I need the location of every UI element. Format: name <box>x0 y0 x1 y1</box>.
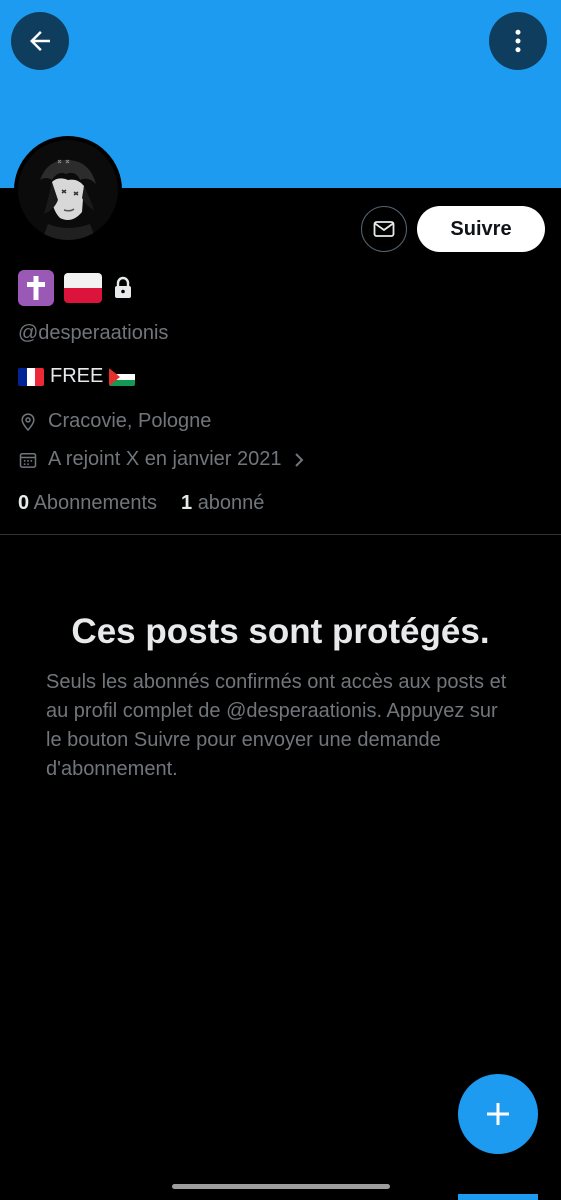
profile-location: Cracovie, Pologne <box>18 410 211 433</box>
location-pin-icon <box>21 412 35 431</box>
profile-bio: FREE <box>18 365 136 388</box>
palestine-flag-emoji <box>109 367 136 386</box>
bio-text: FREE <box>50 365 104 387</box>
envelope-icon <box>373 221 395 237</box>
follow-stats: 0 Abonnements 1 abonné <box>18 492 264 515</box>
plus-icon <box>487 1103 509 1125</box>
display-name <box>18 270 134 306</box>
latin-cross-emoji <box>18 270 54 306</box>
back-button[interactable] <box>11 12 69 70</box>
compose-button[interactable] <box>458 1074 538 1154</box>
location-text: Cracovie, Pologne <box>48 410 212 432</box>
followers-count: 1 <box>181 492 193 514</box>
avatar[interactable] <box>14 136 122 244</box>
lock-icon <box>115 276 131 298</box>
joined-text: A rejoint X en janvier 2021 <box>48 448 282 470</box>
protected-title: Ces posts sont protégés. <box>71 612 490 651</box>
following-count: 0 <box>18 492 30 514</box>
followers-link[interactable]: 1 abonné <box>181 492 264 515</box>
arrow-left-icon <box>30 31 50 51</box>
followers-label: abonné <box>197 492 265 514</box>
profile-joined[interactable]: A rejoint X en janvier 2021 <box>18 448 306 471</box>
calendar-icon <box>19 452 37 468</box>
home-indicator[interactable] <box>172 1184 390 1189</box>
following-label: Abonnements <box>33 492 157 514</box>
more-options-button[interactable] <box>489 12 547 70</box>
avatar-image <box>18 140 118 240</box>
divider <box>0 534 561 535</box>
message-button[interactable] <box>361 206 407 252</box>
protected-description: Seuls les abonnés confirmés ont accès au… <box>46 671 507 780</box>
france-flag-emoji <box>18 367 44 386</box>
follow-button[interactable]: Suivre <box>417 206 545 252</box>
bottom-accent-bar <box>458 1194 538 1200</box>
profile-handle: @desperaationis <box>18 322 169 344</box>
following-link[interactable]: 0 Abonnements <box>18 492 157 515</box>
chevron-right-icon <box>294 452 303 467</box>
more-vertical-icon <box>515 29 521 53</box>
poland-flag-emoji <box>64 273 102 303</box>
